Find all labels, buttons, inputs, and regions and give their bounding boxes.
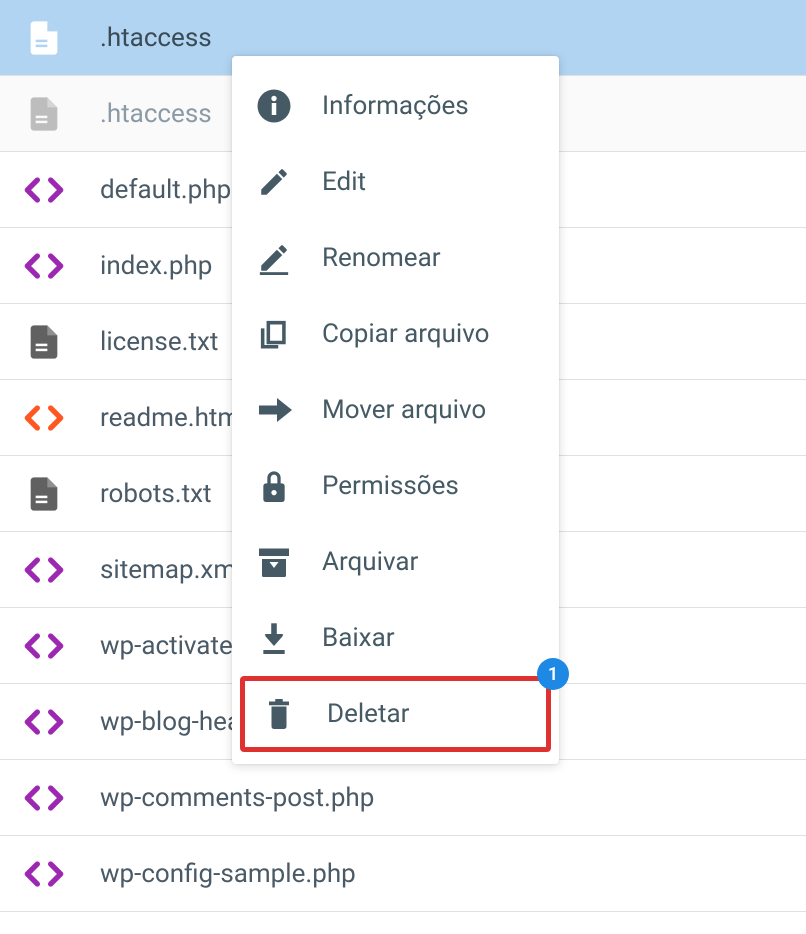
file-name-label: license.txt bbox=[100, 327, 218, 357]
doc-dark-icon bbox=[24, 474, 64, 514]
menu-item-download[interactable]: Baixar bbox=[232, 600, 559, 676]
code-purple-icon bbox=[24, 854, 64, 894]
file-row[interactable]: wp-comments-post.php bbox=[0, 760, 806, 836]
lock-icon bbox=[256, 468, 292, 504]
code-purple-icon bbox=[24, 246, 64, 286]
file-row[interactable]: wp-config-sample.php bbox=[0, 836, 806, 912]
file-name-label: .htaccess bbox=[100, 99, 212, 129]
trash-icon bbox=[261, 696, 297, 732]
file-name-label: readme.html bbox=[100, 403, 247, 433]
doc-white-icon bbox=[24, 18, 64, 58]
copy-icon bbox=[256, 316, 292, 352]
menu-label: Baixar bbox=[322, 623, 395, 653]
info-icon bbox=[256, 88, 292, 124]
pencil-line-icon bbox=[256, 240, 292, 276]
menu-label: Deletar bbox=[327, 699, 409, 729]
code-orange-icon bbox=[24, 398, 64, 438]
download-icon bbox=[256, 620, 292, 656]
menu-item-pencil-line[interactable]: Renomear bbox=[232, 220, 559, 296]
menu-label: Permissões bbox=[322, 471, 459, 501]
menu-item-arrow-right[interactable]: Mover arquivo bbox=[232, 372, 559, 448]
menu-item-info[interactable]: Informações bbox=[232, 68, 559, 144]
menu-label: Renomear bbox=[322, 243, 441, 273]
menu-item-pencil[interactable]: Edit bbox=[232, 144, 559, 220]
code-purple-icon bbox=[24, 702, 64, 742]
file-name-label: sitemap.xml bbox=[100, 555, 242, 585]
menu-item-lock[interactable]: Permissões bbox=[232, 448, 559, 524]
doc-dark-icon bbox=[24, 322, 64, 362]
menu-label: Arquivar bbox=[322, 547, 418, 577]
file-name-label: default.php bbox=[100, 175, 231, 205]
menu-item-copy[interactable]: Copiar arquivo bbox=[232, 296, 559, 372]
pencil-icon bbox=[256, 164, 292, 200]
file-name-label: .htaccess bbox=[100, 23, 212, 53]
doc-gray-icon bbox=[24, 94, 64, 134]
code-purple-icon bbox=[24, 626, 64, 666]
context-menu: Informações Edit Renomear Copiar arquivo Mov… bbox=[232, 56, 559, 764]
notification-badge: 1 bbox=[537, 658, 569, 690]
menu-label: Mover arquivo bbox=[322, 395, 486, 425]
archive-icon bbox=[256, 544, 292, 580]
file-name-label: index.php bbox=[100, 251, 212, 281]
file-name-label: robots.txt bbox=[100, 479, 212, 509]
menu-label: Edit bbox=[322, 167, 366, 197]
file-name-label: wp-comments-post.php bbox=[100, 783, 374, 813]
menu-item-archive[interactable]: Arquivar bbox=[232, 524, 559, 600]
file-name-label: wp-config-sample.php bbox=[100, 859, 356, 889]
menu-label: Copiar arquivo bbox=[322, 319, 489, 349]
menu-item-trash[interactable]: Deletar bbox=[240, 676, 551, 752]
menu-label: Informações bbox=[322, 91, 469, 121]
code-purple-icon bbox=[24, 550, 64, 590]
arrow-right-icon bbox=[256, 392, 292, 428]
code-purple-icon bbox=[24, 170, 64, 210]
code-purple-icon bbox=[24, 778, 64, 818]
